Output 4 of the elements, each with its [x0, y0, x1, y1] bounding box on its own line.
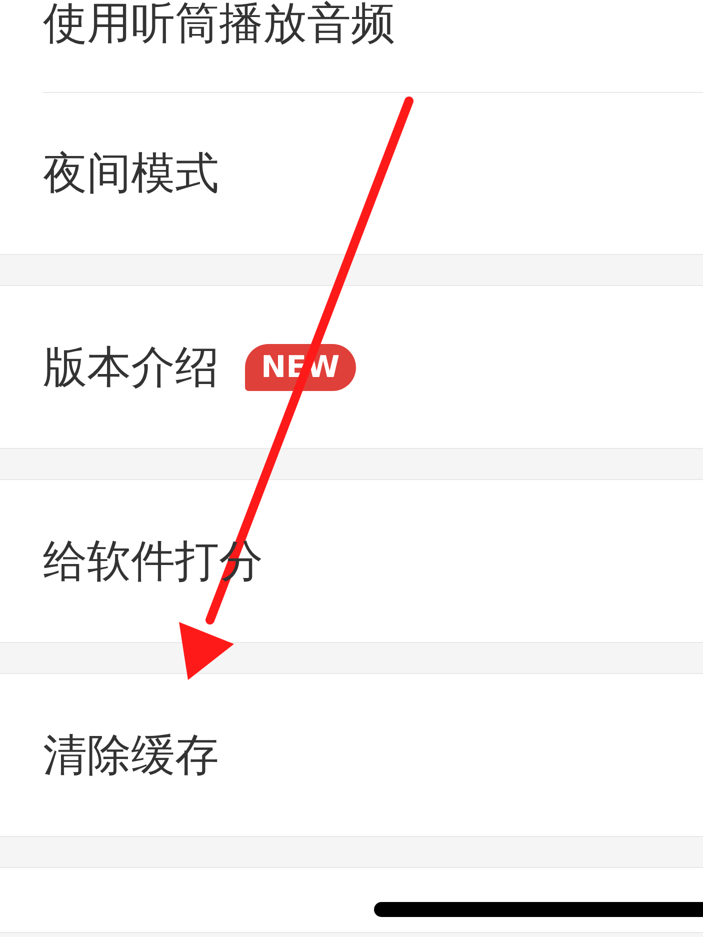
settings-item-label[interactable]: 清除缓存: [43, 726, 219, 784]
settings-item-label[interactable]: 使用听筒播放音频: [43, 0, 395, 53]
settings-item-label[interactable]: 版本介绍: [43, 338, 219, 396]
settings-item-label[interactable]: 夜间模式: [43, 144, 219, 202]
